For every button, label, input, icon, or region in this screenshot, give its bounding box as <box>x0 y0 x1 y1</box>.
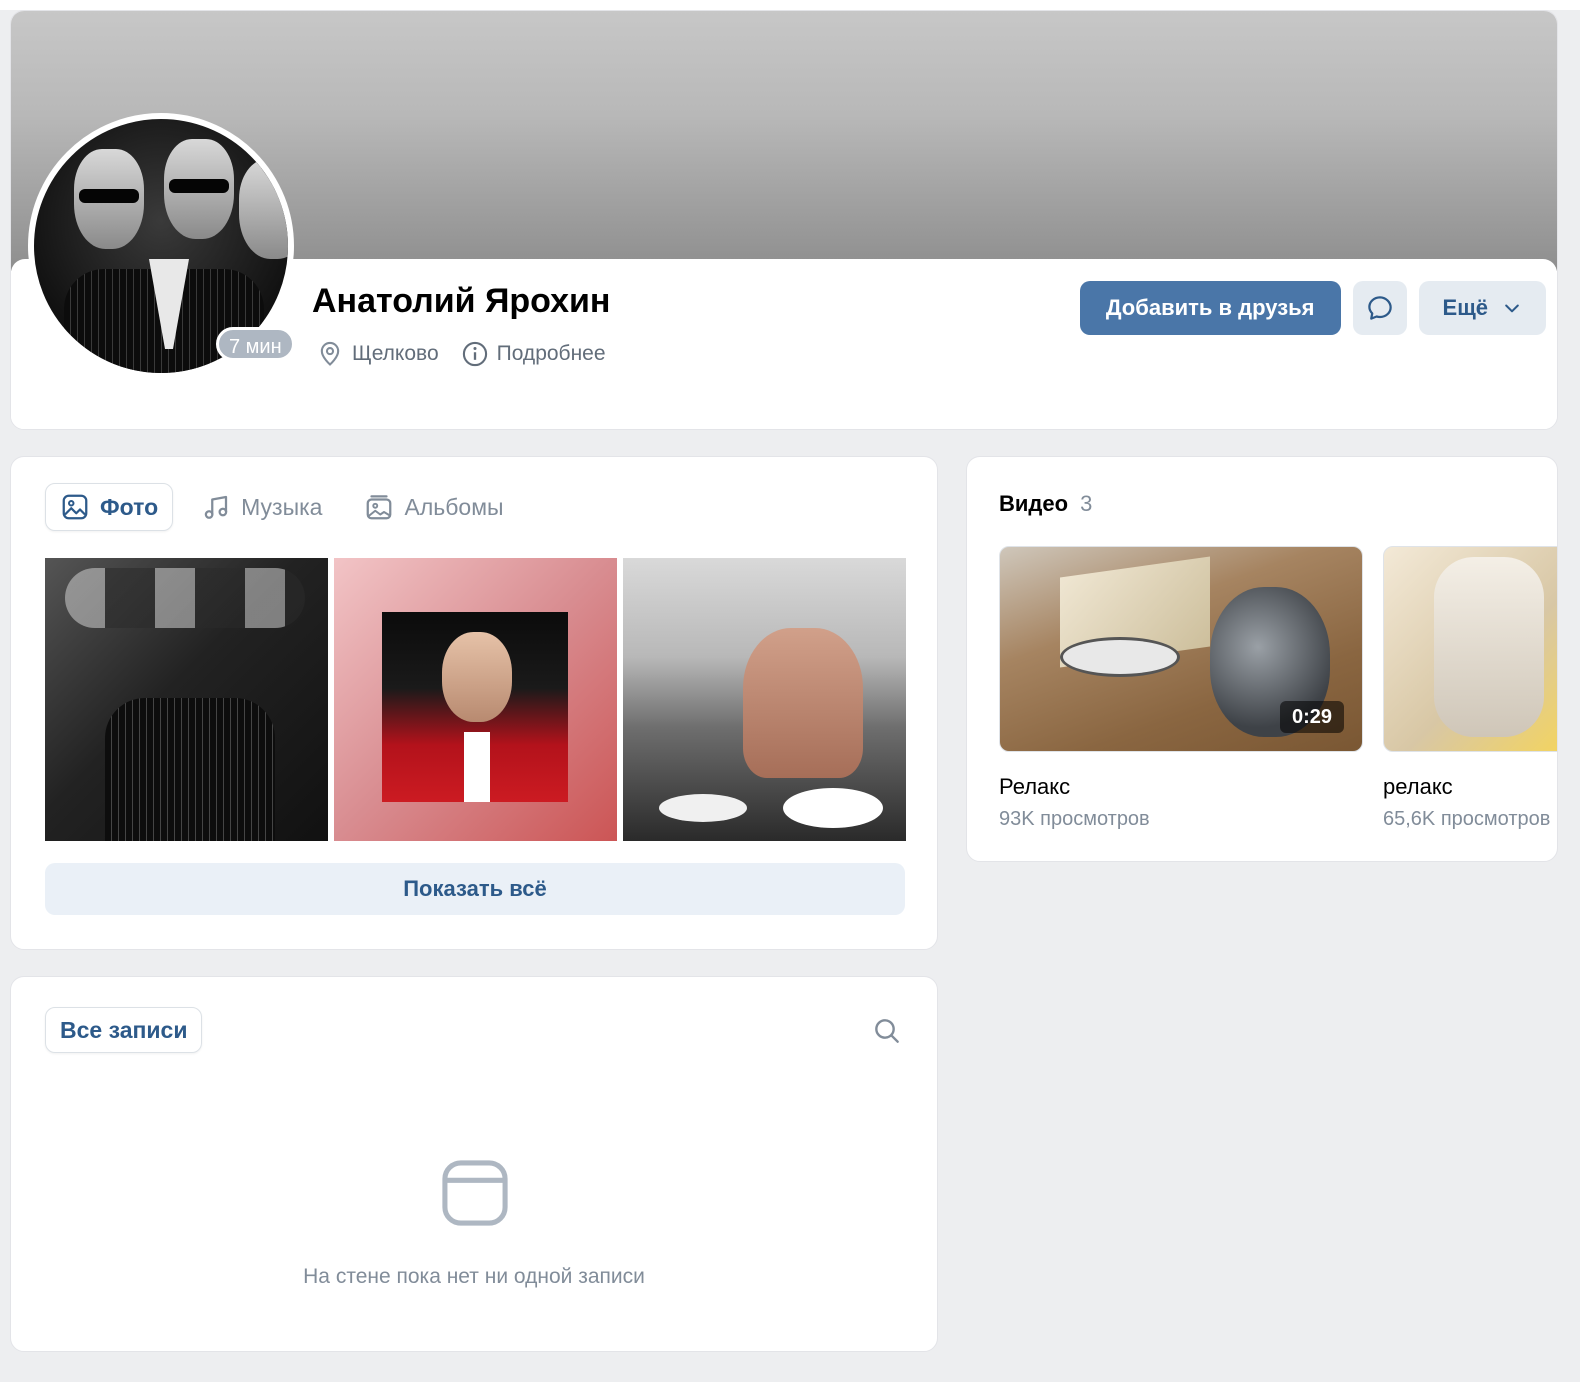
photo-thumbnail[interactable] <box>623 558 906 841</box>
avatar-art <box>169 179 229 193</box>
city-link[interactable]: Щелково <box>316 340 439 368</box>
tab-photos[interactable]: Фото <box>45 483 174 531</box>
video-duration: 0:29 <box>1279 701 1344 733</box>
videos-header[interactable]: Видео 3 <box>999 491 1092 517</box>
videos-title: Видео <box>999 491 1069 516</box>
photo-grid <box>45 558 906 841</box>
city-label: Щелково <box>352 342 439 365</box>
photo-art <box>382 612 568 802</box>
videos-count: 3 <box>1080 491 1093 516</box>
video-title[interactable]: Релакс <box>999 774 1363 800</box>
message-button[interactable] <box>1352 281 1407 335</box>
video-item[interactable]: 0:29 Релакс 93K просмотров <box>999 546 1363 831</box>
show-all-button[interactable]: Показать всё <box>45 863 905 915</box>
video-views: 65,6K просмотров <box>1383 808 1551 830</box>
video-thumbnail[interactable] <box>1383 546 1557 752</box>
wall-card: Все записи На стене пока нет ни одной за… <box>10 976 938 1352</box>
info-icon <box>462 341 487 367</box>
tab-albums-label: Альбомы <box>404 493 504 520</box>
more-button[interactable]: Ещё <box>1418 281 1546 335</box>
avatar-art <box>79 189 139 203</box>
message-bubble-icon <box>1367 296 1392 320</box>
album-icon <box>367 495 392 520</box>
tab-photos-label: Фото <box>100 493 159 520</box>
more-label: Ещё <box>1442 295 1488 320</box>
video-art <box>1434 557 1544 737</box>
video-title[interactable]: релакс <box>1383 774 1557 800</box>
chevron-down-icon <box>1505 304 1519 313</box>
empty-wall-message: На стене пока нет ни одной записи <box>303 1265 645 1288</box>
video-views: 93K просмотров <box>999 808 1150 830</box>
profile-actions: Добавить в друзья Ещё <box>1079 281 1546 335</box>
empty-wall-icon <box>442 1160 508 1226</box>
search-icon[interactable] <box>871 1015 903 1047</box>
photos-card: Фото Музыка Альбомы Показать всё <box>10 456 938 950</box>
video-art <box>1060 637 1180 677</box>
details-label: Подробнее <box>496 342 606 365</box>
photo-icon <box>62 494 88 520</box>
tab-music-label: Музыка <box>241 493 323 520</box>
top-strip <box>0 0 1580 10</box>
photo-thumbnail[interactable] <box>334 558 617 841</box>
media-tabs: Фото Музыка Альбомы <box>45 483 518 531</box>
profile-name: Анатолий Ярохин <box>312 282 611 320</box>
tab-music[interactable]: Музыка <box>187 483 336 531</box>
music-note-icon <box>204 495 228 519</box>
tab-albums[interactable]: Альбомы <box>350 483 517 531</box>
all-posts-tab[interactable]: Все записи <box>45 1007 203 1053</box>
online-status-badge: 7 мин <box>216 327 295 361</box>
videos-card: Видео 3 0:29 Релакс 93K просмотров релак… <box>966 456 1558 862</box>
video-item[interactable]: релакс 65,6K просмотров <box>1383 546 1557 831</box>
location-pin-icon <box>320 341 340 366</box>
details-link[interactable]: Подробнее <box>461 340 606 368</box>
photo-thumbnail[interactable] <box>45 558 328 841</box>
video-thumbnail[interactable]: 0:29 <box>999 546 1363 752</box>
avatar-art <box>239 159 288 259</box>
profile-meta: Щелково Подробнее <box>316 340 606 368</box>
add-friend-button[interactable]: Добавить в друзья <box>1079 281 1341 335</box>
